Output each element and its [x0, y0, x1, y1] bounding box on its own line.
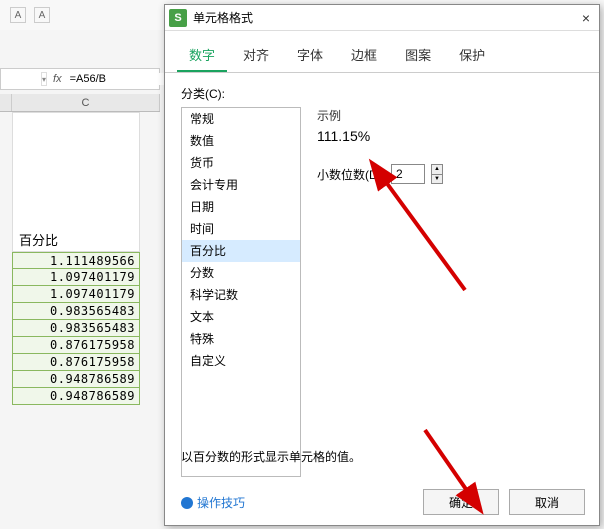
data-cell[interactable]: 0.983565483 — [12, 303, 140, 320]
category-item[interactable]: 时间 — [182, 218, 300, 240]
bulb-icon — [181, 497, 193, 509]
formula-bar: ▾ fx — [0, 68, 160, 90]
data-cell[interactable]: 1.097401179 — [12, 269, 140, 286]
decimal-label: 小数位数(D): — [317, 166, 385, 183]
category-list[interactable]: 常规数值货币会计专用日期时间百分比分数科学记数文本特殊自定义 — [181, 107, 301, 477]
dialog-title: 单元格格式 — [193, 9, 577, 26]
format-cells-dialog: S 单元格格式 × 数字对齐字体边框图案保护 分类(C): 常规数值货币会计专用… — [164, 4, 600, 526]
ok-button[interactable]: 确定 — [423, 489, 499, 515]
format-description: 以百分数的形式显示单元格的值。 — [181, 448, 361, 465]
column-headers: C — [0, 94, 160, 112]
header-cell-label: 百分比 — [19, 230, 58, 249]
category-item[interactable]: 分数 — [182, 262, 300, 284]
spinner-up-icon[interactable]: ▲ — [432, 165, 442, 175]
decimal-row: 小数位数(D): ▲ ▼ — [317, 164, 583, 184]
category-item[interactable]: 文本 — [182, 306, 300, 328]
fx-label: fx — [53, 73, 62, 85]
font-size-a-icon[interactable]: A — [10, 7, 26, 23]
dialog-buttons: 确定 取消 — [423, 489, 585, 515]
data-cell[interactable]: 0.983565483 — [12, 320, 140, 337]
category-item[interactable]: 数值 — [182, 130, 300, 152]
tab-边框[interactable]: 边框 — [339, 39, 389, 72]
category-item[interactable]: 自定义 — [182, 350, 300, 372]
category-item[interactable]: 科学记数 — [182, 284, 300, 306]
spinner-down-icon[interactable]: ▼ — [432, 175, 442, 184]
tab-保护[interactable]: 保护 — [447, 39, 497, 72]
right-panel: 示例 111.15% 小数位数(D): ▲ ▼ — [317, 107, 583, 184]
close-icon[interactable]: × — [577, 9, 595, 27]
category-item[interactable]: 货币 — [182, 152, 300, 174]
app-s-icon: S — [169, 9, 187, 27]
col-gutter — [0, 94, 12, 111]
header-cell[interactable]: 百分比 — [12, 112, 140, 252]
data-cell[interactable]: 1.111489566 — [12, 252, 140, 269]
category-item[interactable]: 百分比 — [182, 240, 300, 262]
dialog-body: 分类(C): 常规数值货币会计专用日期时间百分比分数科学记数文本特殊自定义 示例… — [165, 73, 599, 525]
help-link[interactable]: 操作技巧 — [181, 494, 245, 511]
data-cell[interactable]: 0.948786589 — [12, 371, 140, 388]
data-cell[interactable]: 1.097401179 — [12, 286, 140, 303]
cancel-button[interactable]: 取消 — [509, 489, 585, 515]
data-cell[interactable]: 0.876175958 — [12, 354, 140, 371]
sheet: 百分比 1.1114895661.0974011791.0974011790.9… — [0, 112, 160, 405]
category-item[interactable]: 常规 — [182, 108, 300, 130]
tab-对齐[interactable]: 对齐 — [231, 39, 281, 72]
example-value: 111.15% — [317, 128, 583, 144]
tab-数字[interactable]: 数字 — [177, 39, 227, 72]
category-item[interactable]: 会计专用 — [182, 174, 300, 196]
help-link-label: 操作技巧 — [197, 494, 245, 511]
dialog-titlebar: S 单元格格式 × — [165, 5, 599, 31]
tab-字体[interactable]: 字体 — [285, 39, 335, 72]
col-header-c[interactable]: C — [12, 94, 160, 111]
category-item[interactable]: 日期 — [182, 196, 300, 218]
dialog-tabs: 数字对齐字体边框图案保护 — [165, 31, 599, 73]
data-cell[interactable]: 0.876175958 — [12, 337, 140, 354]
expand-icon[interactable]: ▾ — [41, 72, 47, 86]
example-label: 示例 — [317, 107, 583, 124]
category-label: 分类(C): — [181, 85, 583, 102]
decimal-spinner: ▲ ▼ — [431, 164, 443, 184]
category-item[interactable]: 特殊 — [182, 328, 300, 350]
font-size-a-icon[interactable]: A — [34, 7, 50, 23]
decimal-input[interactable] — [391, 164, 425, 184]
data-cell[interactable]: 0.948786589 — [12, 388, 140, 405]
tab-图案[interactable]: 图案 — [393, 39, 443, 72]
